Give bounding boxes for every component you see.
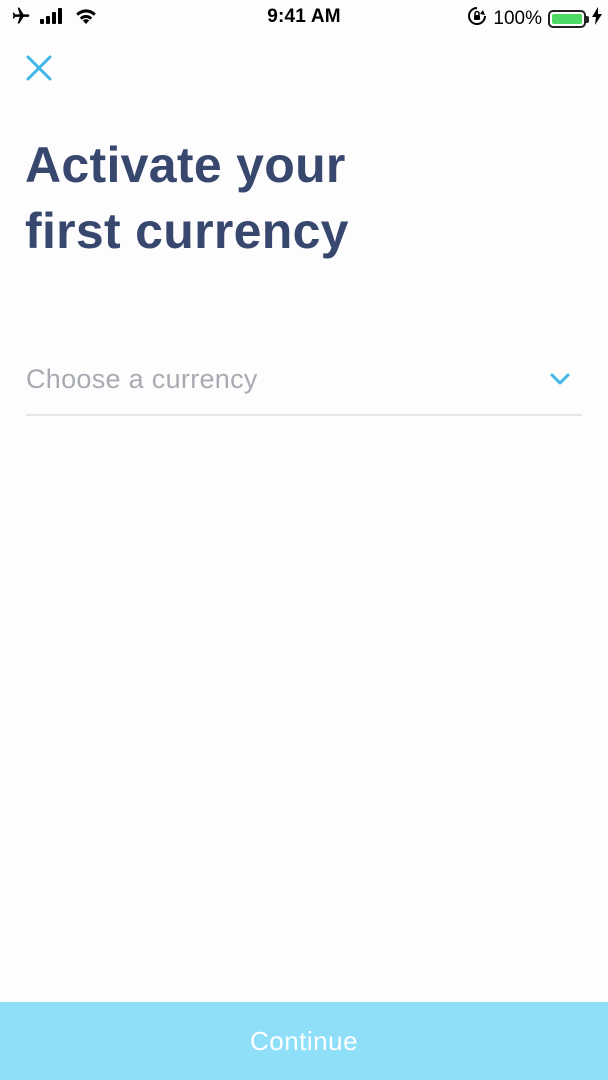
continue-button[interactable]: Continue xyxy=(0,1002,608,1080)
page-title: Activate your first currency xyxy=(25,132,545,264)
currency-placeholder: Choose a currency xyxy=(26,364,258,394)
page-title-line-2: first currency xyxy=(25,203,349,259)
screen: 9:41 AM 100% Activate your first currenc… xyxy=(0,0,608,1080)
currency-select[interactable]: Choose a currency xyxy=(26,352,582,416)
status-bar: 9:41 AM 100% xyxy=(0,0,608,34)
battery-level xyxy=(552,13,582,24)
battery-cap xyxy=(586,15,589,23)
page-title-line-1: Activate your xyxy=(25,137,346,193)
battery-percent: 100% xyxy=(493,7,542,29)
close-icon xyxy=(26,55,52,81)
close-button[interactable] xyxy=(22,51,56,85)
charging-icon xyxy=(592,7,602,30)
rotation-lock-icon xyxy=(467,6,487,31)
battery-icon xyxy=(548,9,589,28)
status-right: 100% xyxy=(467,6,602,31)
chevron-down-icon xyxy=(550,373,570,385)
